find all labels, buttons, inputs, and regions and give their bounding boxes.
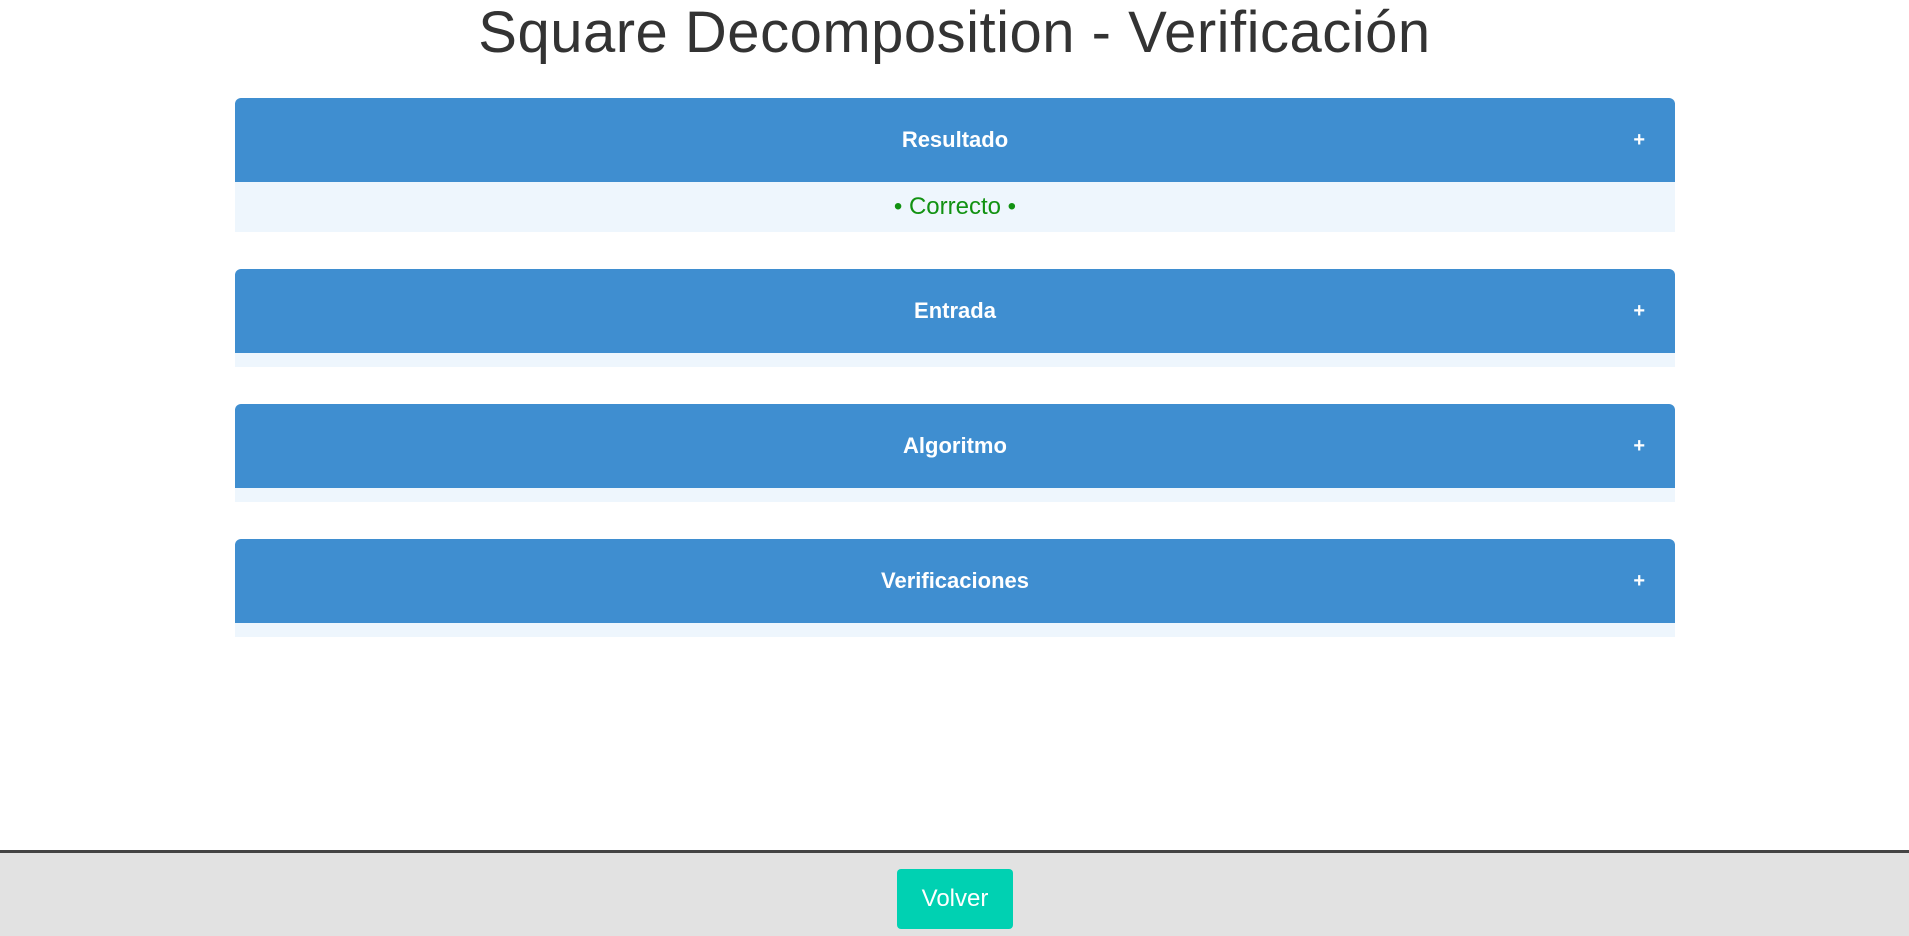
section-resultado: Resultado + • Correcto •: [235, 98, 1675, 232]
expand-plus-icon[interactable]: +: [1633, 436, 1645, 456]
section-label: Resultado: [901, 127, 1009, 152]
section-header-entrada[interactable]: Entrada +: [235, 269, 1675, 353]
section-body-algoritmo: [235, 488, 1675, 502]
expand-plus-icon[interactable]: +: [1633, 130, 1645, 150]
section-body-resultado: • Correcto •: [235, 182, 1675, 232]
section-label: Verificaciones: [881, 568, 1029, 593]
footer-bar: Volver: [0, 850, 1909, 936]
page-title: Square Decomposition - Verificación: [478, 0, 1431, 65]
section-body-verificaciones: [235, 623, 1675, 637]
verification-page: Square Decomposition - Verificación Resu…: [0, 0, 1909, 936]
section-body-entrada: [235, 353, 1675, 367]
section-header-resultado[interactable]: Resultado +: [235, 98, 1675, 182]
sections-container: Resultado + • Correcto • Entrada + Algor…: [235, 98, 1675, 674]
section-header-algoritmo[interactable]: Algoritmo +: [235, 404, 1675, 488]
back-button[interactable]: Volver: [897, 869, 1013, 929]
section-verificaciones: Verificaciones +: [235, 539, 1675, 637]
section-label: Algoritmo: [903, 433, 1007, 458]
section-algoritmo: Algoritmo +: [235, 404, 1675, 502]
result-status-text: • Correcto •: [893, 193, 1017, 220]
expand-plus-icon[interactable]: +: [1633, 301, 1645, 321]
section-entrada: Entrada +: [235, 269, 1675, 367]
section-header-verificaciones[interactable]: Verificaciones +: [235, 539, 1675, 623]
expand-plus-icon[interactable]: +: [1633, 571, 1645, 591]
section-label: Entrada: [914, 298, 996, 323]
